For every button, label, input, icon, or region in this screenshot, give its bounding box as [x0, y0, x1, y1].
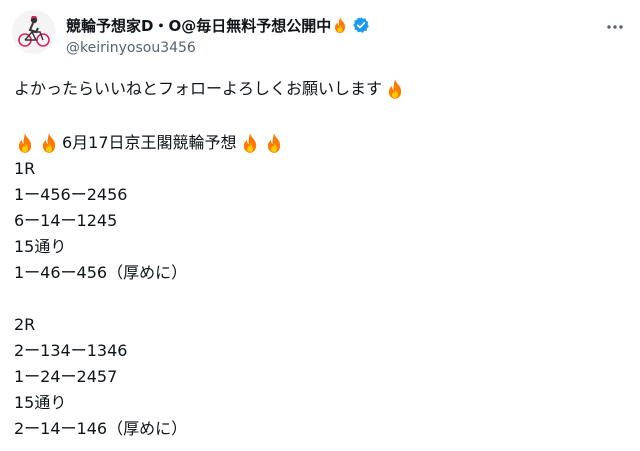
more-horizontal-icon [607, 25, 623, 29]
avatar[interactable] [12, 10, 56, 54]
race-line: 1ー24ー2457 [14, 367, 118, 386]
race-line: 1ー456ー2456 [14, 185, 128, 204]
fire-icon [335, 17, 346, 33]
handle[interactable]: @keirinyosou3456 [66, 38, 546, 58]
verified-badge-icon[interactable] [352, 16, 370, 34]
intro-line: よかったらいいねとフォローよろしくお願いします [14, 76, 624, 102]
fire-icon [388, 79, 402, 99]
fire-icon [267, 133, 280, 153]
more-options-button[interactable] [604, 16, 626, 38]
tweet-text: よかったらいいねとフォローよろしくお願いします 6月17日京王閣競輪予想 1R … [14, 76, 624, 442]
fire-icon [42, 133, 56, 153]
tweet-header: 競輪予想家D・O@毎日無料予想公開中 @keirinyosou3456 [12, 10, 628, 62]
intro-text: よかったらいいねとフォローよろしくお願いします [14, 79, 383, 98]
race-label: 2R [14, 315, 36, 334]
race-line: 15通り [14, 237, 67, 256]
heading-line: 6月17日京王閣競輪予想 [14, 130, 624, 156]
race-line: 15通り [14, 393, 67, 412]
race-label: 1R [14, 159, 36, 178]
heading-text: 6月17日京王閣競輪予想 [62, 133, 237, 152]
fire-icon [18, 133, 32, 153]
race-line: 1ー46ー456（厚めに） [14, 263, 188, 282]
display-name[interactable]: 競輪予想家D・O@毎日無料予想公開中 [66, 15, 331, 36]
cyclist-icon [12, 10, 56, 54]
fire-icon [243, 133, 256, 153]
author-names: 競輪予想家D・O@毎日無料予想公開中 @keirinyosou3456 [66, 14, 546, 58]
race-line: 6ー14ー1245 [14, 211, 118, 230]
race-line: 2ー134ー1346 [14, 341, 128, 360]
race-line: 2ー14ー146（厚めに） [14, 419, 188, 438]
tweet: 競輪予想家D・O@毎日無料予想公開中 @keirinyosou3456 よかった… [0, 0, 640, 451]
display-name-row[interactable]: 競輪予想家D・O@毎日無料予想公開中 [66, 14, 546, 36]
